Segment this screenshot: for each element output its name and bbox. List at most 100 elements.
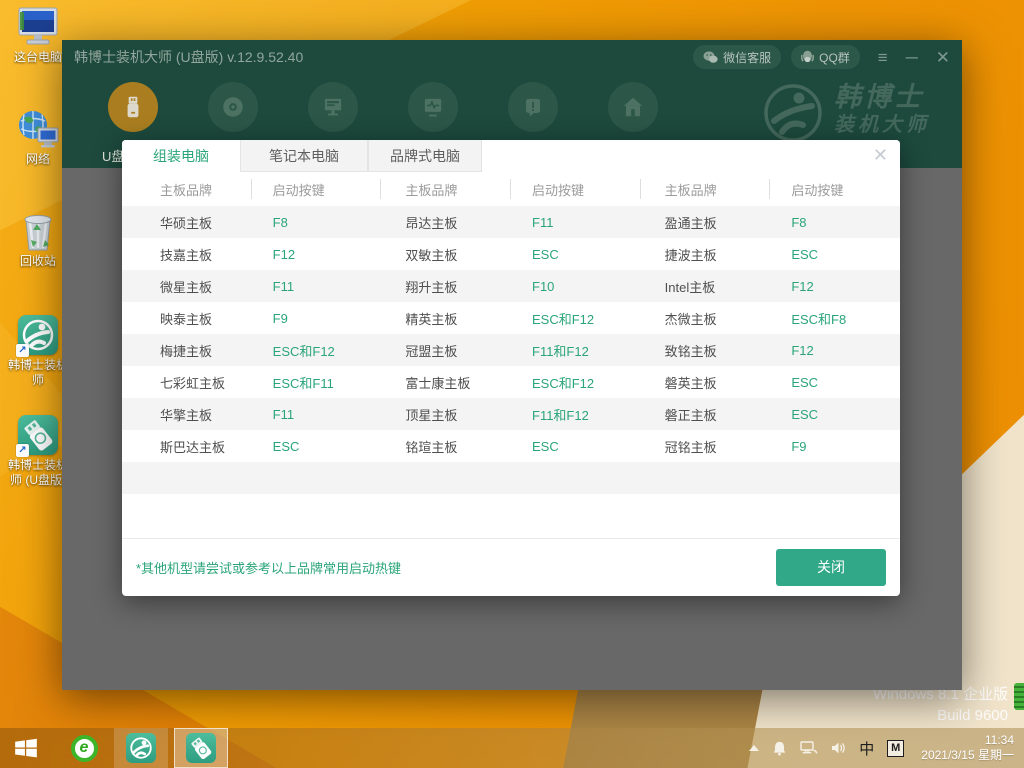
warning-bubble-icon bbox=[520, 94, 546, 120]
dialog-close-icon[interactable]: ✕ bbox=[873, 145, 888, 166]
brand-text: 韩博士 装机大师 bbox=[834, 82, 930, 138]
system-check-tool-button[interactable] bbox=[408, 82, 458, 132]
edge-widget-icon[interactable] bbox=[1014, 683, 1024, 710]
wechat-service-button[interactable]: 微信客服 bbox=[693, 45, 781, 69]
bootkey-cell: F11和F12 bbox=[511, 341, 641, 360]
table-header: 主板品牌 启动按键 主板品牌 启动按键 主板品牌 启动按键 bbox=[122, 172, 900, 206]
brand-cell: 致铭主板 bbox=[641, 341, 771, 360]
bootkey-cell: F11 bbox=[252, 279, 382, 294]
bootkey-cell: ESC bbox=[252, 439, 382, 454]
watermark-line2: Build 9600 bbox=[873, 705, 1008, 726]
brand-cell: 技嘉主板 bbox=[122, 245, 252, 264]
monitor-pulse-icon bbox=[420, 94, 446, 120]
disc-icon bbox=[220, 94, 246, 120]
bootkey-cell: ESC和F12 bbox=[511, 309, 641, 328]
column-header: 主板品牌 bbox=[122, 180, 252, 199]
clock-date: 2021/3/15 星期一 bbox=[921, 748, 1014, 763]
footer-note: *其他机型请尝试或参考以上品牌常用启动热键 bbox=[136, 558, 401, 577]
taskbar-browser-button[interactable]: e bbox=[60, 728, 108, 768]
tab-assembled-pc[interactable]: 组装电脑 bbox=[122, 140, 240, 172]
bootkey-cell: F12 bbox=[770, 279, 900, 294]
bootkey-cell: F12 bbox=[770, 343, 900, 358]
close-dialog-button[interactable]: 关闭 bbox=[776, 549, 886, 586]
browser-e-icon: e bbox=[71, 735, 98, 762]
column-header: 主板品牌 bbox=[641, 180, 771, 199]
computer-icon bbox=[320, 94, 346, 120]
dialog-footer: *其他机型请尝试或参考以上品牌常用启动热键 关闭 bbox=[122, 538, 900, 595]
table-row: 七彩虹主板ESC和F11富士康主板ESC和F12磐英主板ESC bbox=[122, 366, 900, 398]
home-tool-button[interactable] bbox=[608, 82, 658, 132]
table-row bbox=[122, 462, 900, 494]
taskbar-hanboshi-usb-button[interactable] bbox=[174, 728, 228, 768]
tab-brand-pc[interactable]: 品牌式电脑 bbox=[368, 140, 482, 172]
network-tray-icon[interactable] bbox=[800, 741, 818, 755]
cd-boot-tool-button[interactable] bbox=[208, 82, 258, 132]
bootkey-cell: F11和F12 bbox=[511, 405, 641, 424]
clock-time: 11:34 bbox=[921, 733, 1014, 748]
menu-button[interactable]: ≡ bbox=[878, 49, 888, 66]
bootkey-cell: ESC和F11 bbox=[252, 373, 382, 392]
this-pc-icon bbox=[16, 6, 60, 48]
table-row: 华硕主板F8昂达主板F11盈通主板F8 bbox=[122, 206, 900, 238]
boot-key-dialog: 组装电脑 笔记本电脑 品牌式电脑 ✕ 主板品牌 启动按键 主板品牌 启动按键 主… bbox=[122, 140, 900, 596]
desktop-icon-label: 这台电脑 bbox=[14, 50, 62, 65]
recycle-bin-icon bbox=[16, 210, 60, 252]
bootkey-cell: F8 bbox=[252, 215, 382, 230]
windows-watermark: Windows 8.1 企业版 Build 9600 bbox=[873, 684, 1008, 726]
hanboshi-usb-taskbar-icon bbox=[186, 733, 216, 763]
bootkey-cell: F9 bbox=[770, 439, 900, 454]
qq-group-label: QQ群 bbox=[819, 49, 850, 66]
column-header: 启动按键 bbox=[252, 180, 382, 199]
dialog-tabs: 组装电脑 笔记本电脑 品牌式电脑 ✕ bbox=[122, 140, 900, 172]
brand-cell: 梅捷主板 bbox=[122, 341, 252, 360]
shortcut-arrow-icon: ↗ bbox=[16, 444, 29, 457]
system-reinstall-tool-button[interactable] bbox=[308, 82, 358, 132]
bootkey-cell: ESC bbox=[770, 375, 900, 390]
windows-logo-icon bbox=[13, 735, 39, 761]
desktop-icon-label: 网络 bbox=[26, 152, 50, 167]
show-hidden-icons-button[interactable] bbox=[749, 745, 759, 751]
brand-cell: 昂达主板 bbox=[381, 213, 511, 232]
table-row: 华擎主板F11顶星主板F11和F12磐正主板ESC bbox=[122, 398, 900, 430]
taskbar-clock[interactable]: 11:34 2021/3/15 星期一 bbox=[921, 733, 1014, 763]
start-button[interactable] bbox=[0, 728, 52, 768]
bootkey-cell: ESC和F12 bbox=[511, 373, 641, 392]
brand-cell: 翔升主板 bbox=[381, 277, 511, 296]
close-window-button[interactable]: ✕ bbox=[936, 49, 950, 66]
ime-mode-indicator[interactable]: M bbox=[887, 740, 904, 757]
volume-icon[interactable] bbox=[831, 741, 846, 755]
usb-boot-tool-button[interactable] bbox=[108, 82, 158, 132]
brand-cell: 华擎主板 bbox=[122, 405, 252, 424]
minimize-button[interactable]: ─ bbox=[906, 49, 918, 66]
wechat-service-label: 微信客服 bbox=[723, 49, 771, 66]
brand-cell: 精英主板 bbox=[381, 309, 511, 328]
hanboshi-logo-icon bbox=[762, 82, 824, 144]
table-row bbox=[122, 494, 900, 526]
bootkey-cell: F10 bbox=[511, 279, 641, 294]
bootkey-cell: F8 bbox=[770, 215, 900, 230]
brand-cell: 磐英主板 bbox=[641, 373, 771, 392]
table-row: 斯巴达主板ESC铭瑄主板ESC冠铭主板F9 bbox=[122, 430, 900, 462]
notification-bell-icon[interactable] bbox=[772, 741, 787, 756]
brand-cell: 磐正主板 bbox=[641, 405, 771, 424]
brand-cell: 七彩虹主板 bbox=[122, 373, 252, 392]
ime-language-indicator[interactable]: 中 bbox=[859, 738, 874, 759]
help-tool-button[interactable] bbox=[508, 82, 558, 132]
hanboshi-app-icon: ↗ bbox=[16, 314, 60, 356]
shortcut-arrow-icon: ↗ bbox=[16, 344, 29, 357]
brand-cell: 微星主板 bbox=[122, 277, 252, 296]
brand-cell: 双敏主板 bbox=[381, 245, 511, 264]
taskbar-hanboshi-button[interactable] bbox=[114, 728, 168, 768]
column-header: 启动按键 bbox=[511, 180, 641, 199]
tab-laptop[interactable]: 笔记本电脑 bbox=[240, 140, 368, 172]
brand-cell: 冠铭主板 bbox=[641, 437, 771, 456]
home-icon bbox=[620, 94, 646, 120]
brand-line2: 装机大师 bbox=[834, 112, 930, 138]
brand-line1: 韩博士 bbox=[834, 82, 930, 112]
usb-drive-icon bbox=[120, 94, 146, 120]
bootkey-cell: F11 bbox=[511, 215, 641, 230]
brand-cell: 铭瑄主板 bbox=[381, 437, 511, 456]
qq-group-button[interactable]: QQ群 bbox=[791, 45, 860, 69]
brand-cell: 富士康主板 bbox=[381, 373, 511, 392]
bootkey-cell: ESC bbox=[511, 247, 641, 262]
